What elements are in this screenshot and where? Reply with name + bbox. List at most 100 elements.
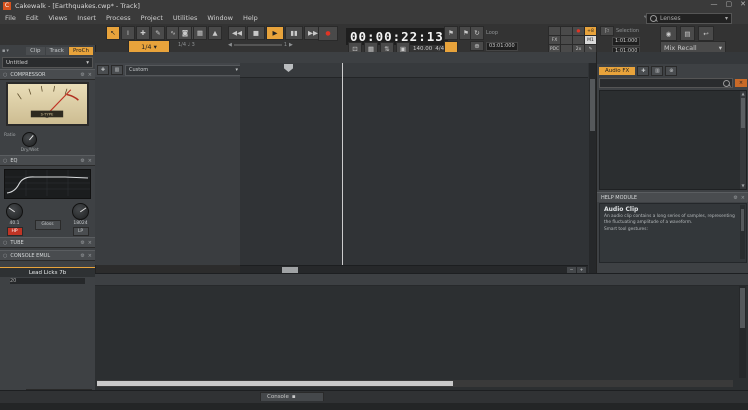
tab-clip[interactable]: Clip: [26, 47, 44, 55]
remove-icon[interactable]: ×: [88, 72, 92, 78]
plugin-list-scrollbar[interactable]: ▲ ▼: [740, 91, 746, 189]
audio-fx-button[interactable]: Audio FX: [599, 67, 635, 75]
hp-freq-value: 40.1: [9, 221, 19, 226]
tool-button-0[interactable]: ↖: [106, 26, 120, 40]
tool-button-2[interactable]: ✚: [136, 26, 150, 40]
track-list: [95, 77, 240, 265]
gear-icon[interactable]: ⚙: [80, 240, 84, 246]
browser-panel: Audio FX ✚ ▥ ⊕ × ▲ ▼ HELP MODULE ⚙ × Aud…: [596, 52, 748, 273]
help-scrollbar[interactable]: [740, 205, 745, 259]
tool-button-1[interactable]: I: [121, 26, 135, 40]
plugin-search-input[interactable]: [599, 78, 733, 88]
menu-insert[interactable]: Insert: [72, 14, 101, 22]
console-emul-header[interactable]: ○ CONSOLE EMUL ⚙ ×: [0, 250, 95, 261]
menu-file[interactable]: File: [0, 14, 21, 22]
add-track-button[interactable]: ✚: [97, 65, 109, 75]
eq-header[interactable]: ○ EQ ⚙ ×: [0, 155, 95, 166]
hp-freq-knob[interactable]: [6, 203, 23, 220]
record-button[interactable]: ●: [318, 26, 338, 41]
compressor-header[interactable]: ○ COMPRESSOR ⚙ ×: [0, 69, 95, 80]
console-v-scrollbar[interactable]: [739, 286, 746, 378]
menu-utilities[interactable]: Utilities: [168, 14, 202, 22]
export-button[interactable]: ▤: [680, 26, 695, 41]
track-control-preset-dropdown[interactable]: Custom▾: [125, 65, 242, 76]
gear-icon[interactable]: ⚙: [80, 253, 84, 259]
select-flag-button[interactable]: ⚐: [600, 26, 614, 36]
vu-label: S-TYPE: [41, 111, 54, 116]
loop-start-field[interactable]: 03:01:000: [486, 42, 518, 51]
remove-icon[interactable]: ×: [88, 253, 92, 259]
snap-button-2[interactable]: ▲: [208, 26, 222, 40]
power-icon[interactable]: ○: [3, 158, 7, 164]
title-bar: C Cakewalk - [Earthquakes.cwp* - Track] …: [0, 0, 748, 12]
loop-button[interactable]: ↻: [470, 26, 484, 40]
menu-window[interactable]: Window: [202, 14, 238, 22]
menu-edit[interactable]: Edit: [21, 14, 44, 22]
eq-curve-display[interactable]: [4, 169, 91, 199]
tube-header[interactable]: ○ TUBE ⚙ ×: [0, 237, 95, 248]
lp-freq-knob[interactable]: [72, 203, 89, 220]
minimize-button[interactable]: —: [711, 0, 718, 8]
lp-freq-value: 18024: [73, 221, 87, 226]
undo-button[interactable]: ↩: [698, 26, 714, 41]
snap-button-0[interactable]: ◙: [178, 26, 192, 40]
gear-icon[interactable]: ⚙: [80, 72, 84, 78]
close-button[interactable]: ✕: [740, 0, 746, 8]
pause-button[interactable]: ▮▮: [285, 26, 303, 40]
console-h-scroll-thumb[interactable]: [97, 381, 453, 386]
menu-process[interactable]: Process: [101, 14, 136, 22]
loop-expand-button[interactable]: ⊕: [470, 41, 484, 51]
selection-label: Selection: [616, 28, 639, 34]
lp-button[interactable]: LP: [73, 227, 89, 236]
console-view: [95, 273, 748, 391]
gear-icon[interactable]: ⚙: [80, 158, 84, 164]
gear-icon[interactable]: ⚙: [733, 195, 737, 201]
hp-button[interactable]: HP: [7, 227, 23, 236]
inspector-caret-icon[interactable]: ▾: [6, 48, 9, 54]
menu-project[interactable]: Project: [136, 14, 168, 22]
maximize-button[interactable]: ▢: [726, 0, 733, 8]
current-track-name: Lead Licks 7b: [0, 270, 95, 276]
screenshot-button[interactable]: ◉: [660, 26, 677, 41]
transport-position-strip[interactable]: ◀ 1 ▶: [228, 42, 293, 48]
filter-section: 40.1 HP Gloss 18024 LP: [0, 202, 95, 237]
prochannel-preset-dropdown[interactable]: Untitled▾: [2, 57, 93, 68]
current-track-display: Lead Licks 7b: [0, 267, 95, 277]
rewind-button[interactable]: ◀◀: [228, 26, 246, 40]
punch-in-button[interactable]: ⚑: [444, 26, 458, 40]
playhead[interactable]: [342, 63, 343, 265]
help-module-header[interactable]: HELP MODULE ⚙ ×: [597, 192, 748, 202]
snap-button-1[interactable]: ▦: [193, 26, 207, 40]
lenses-selector[interactable]: Lenses ▾: [646, 13, 732, 24]
selection-start-field[interactable]: 1:01:000: [612, 37, 640, 46]
power-icon[interactable]: ○: [3, 253, 7, 259]
drywet-knob[interactable]: [22, 132, 37, 147]
vertical-scrollbar[interactable]: [589, 63, 596, 273]
clear-search-button[interactable]: ×: [735, 79, 747, 87]
snap-caption: 1/4 ♩ 3: [178, 42, 195, 48]
search-icon: [650, 15, 657, 22]
inspector-menu-icon[interactable]: ▪: [2, 48, 5, 54]
play-button[interactable]: ▶: [266, 26, 284, 40]
vertical-scroll-thumb[interactable]: [590, 79, 595, 131]
menu-help[interactable]: Help: [238, 14, 263, 22]
console-h-scrollbar[interactable]: [97, 380, 733, 387]
gloss-button[interactable]: Gloss: [35, 220, 61, 230]
remove-icon[interactable]: ×: [88, 240, 92, 246]
rescan-button[interactable]: ⊕: [665, 66, 677, 76]
sort-button[interactable]: ✚: [637, 66, 649, 76]
power-icon[interactable]: ○: [3, 72, 7, 78]
menu-views[interactable]: Views: [43, 14, 72, 22]
cakewalk-window: C Cakewalk - [Earthquakes.cwp* - Track] …: [0, 0, 748, 410]
tab-proch[interactable]: ProCh: [69, 47, 93, 55]
tab-track[interactable]: Track: [46, 47, 68, 55]
power-icon[interactable]: ○: [3, 240, 7, 246]
stop-button[interactable]: ■: [247, 26, 265, 40]
track-layout-button[interactable]: ▥: [111, 65, 123, 75]
remove-icon[interactable]: ×: [88, 158, 92, 164]
close-icon[interactable]: ×: [741, 195, 745, 201]
layout-button[interactable]: ▥: [651, 66, 663, 76]
window-title: Cakewalk - [Earthquakes.cwp* - Track]: [15, 2, 140, 10]
tool-button-3[interactable]: ✎: [151, 26, 165, 40]
tab-console[interactable]: Console▪: [260, 392, 324, 401]
